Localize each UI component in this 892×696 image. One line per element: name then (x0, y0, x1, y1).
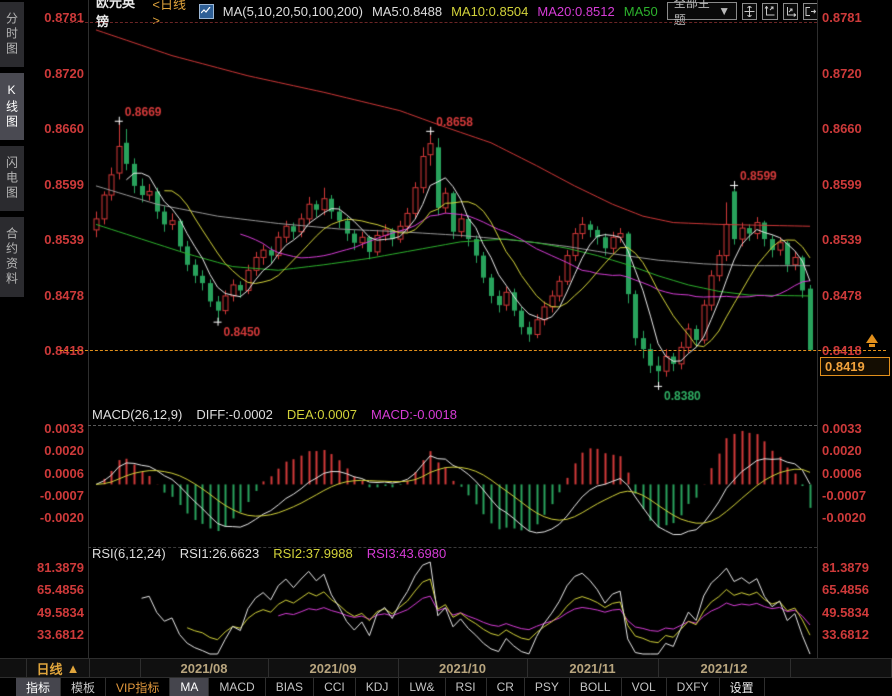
y-axis-label: 65.4856 (28, 584, 84, 596)
sidebar-item-kline-chart[interactable]: K线图 (0, 73, 24, 140)
y-axis-label: 0.8418 (822, 345, 862, 357)
y-axis-label: 0.8418 (28, 345, 84, 357)
y-axis-label: 0.8781 (822, 12, 862, 24)
period-up-arrow-icon: ▲ (67, 661, 80, 676)
sidebar-item-contract-info[interactable]: 合约资料 (0, 217, 24, 297)
toolbar-item-VIP指标[interactable]: VIP指标 (106, 678, 170, 696)
macd-header-row: MACD(26,12,9) DIFF:-0.0002 DEA:0.0007 MA… (92, 407, 457, 422)
y-axis-label: 0.8599 (28, 179, 84, 191)
y-axis-label: 49.5834 (822, 607, 869, 619)
toolbar-item-设置[interactable]: 设置 (720, 678, 765, 696)
y-axis-label: -0.0020 (822, 512, 866, 524)
rsi3-value: RSI3:43.6980 (367, 546, 447, 561)
y-axis-label: 49.5834 (28, 607, 84, 619)
y-axis-label: 0.0006 (822, 468, 862, 480)
price-up-arrow-icon[interactable] (866, 334, 878, 343)
y-axis-label: 0.0033 (28, 423, 84, 435)
y-axis-label: 0.0020 (822, 445, 862, 457)
macd-dea-value: DEA:0.0007 (287, 407, 357, 422)
date-cell: 2021/08 (140, 659, 269, 677)
toolbar-item-CCI[interactable]: CCI (314, 678, 356, 696)
toolbar-item-KDJ[interactable]: KDJ (356, 678, 400, 696)
macd-separator (88, 425, 817, 426)
y-axis-label: 0.8599 (822, 179, 862, 191)
y-axis-label: -0.0020 (28, 512, 84, 524)
macd-panel-canvas[interactable] (88, 426, 817, 545)
date-cell: 2021/12 (658, 659, 791, 677)
price-up-arrow-stem (869, 344, 875, 347)
main-chart-canvas[interactable] (88, 8, 817, 412)
y-axis-label: 33.6812 (28, 629, 84, 641)
toolbar-item-PSY[interactable]: PSY (525, 678, 570, 696)
y-axis-label: 0.0020 (28, 445, 84, 457)
y-axis-label: 0.0033 (822, 423, 862, 435)
toolbar-item-模板[interactable]: 模板 (61, 678, 106, 696)
indicator-toolbar: 指标模板VIP指标MAMACDBIASCCIKDJLW&RSICRPSYBOLL… (0, 678, 892, 696)
y-axis-label: 65.4856 (822, 584, 869, 596)
macd-title: MACD(26,12,9) (92, 407, 182, 422)
macd-diff-value: DIFF:-0.0002 (196, 407, 273, 422)
date-cell: 2021/10 (398, 659, 528, 677)
toolbar-item-CR[interactable]: CR (487, 678, 525, 696)
y-axis-label: 0.8539 (28, 234, 84, 246)
chart-mode-sidebar: 分时图 K线图 闪电图 合约资料 (0, 2, 26, 297)
y-axis-label: 0.8478 (822, 290, 862, 302)
toolbar-item-BIAS[interactable]: BIAS (266, 678, 314, 696)
toolbar-item-VOL[interactable]: VOL (622, 678, 667, 696)
macd-macd-value: MACD:-0.0018 (371, 407, 457, 422)
date-cell: 2021/09 (268, 659, 399, 677)
toolbar-item-DXFY[interactable]: DXFY (667, 678, 720, 696)
sidebar-item-time-chart[interactable]: 分时图 (0, 2, 24, 67)
rsi-panel-canvas[interactable] (88, 548, 817, 656)
current-price-badge: 0.8419 (820, 357, 890, 376)
top-gridline (60, 22, 817, 23)
rsi-header-row: RSI(6,12,24) RSI1:26.6623 RSI2:37.9988 R… (92, 546, 446, 561)
rsi1-value: RSI1:26.6623 (180, 546, 260, 561)
y-axis-label: 81.3879 (822, 562, 869, 574)
rsi2-value: RSI2:37.9988 (273, 546, 353, 561)
y-axis-label: 0.8720 (28, 68, 84, 80)
y-axis-label: 0.0006 (28, 468, 84, 480)
y-axis-label: 0.8660 (28, 123, 84, 135)
toolbar-item-LW&[interactable]: LW& (399, 678, 445, 696)
y-axis-label: 0.8720 (822, 68, 862, 80)
date-cell-stub (88, 659, 141, 677)
toolbar-item-MA[interactable]: MA (170, 678, 209, 696)
y-axis-label: 0.8478 (28, 290, 84, 302)
date-cell: 2021/11 (527, 659, 659, 677)
y-axis-label: 0.8539 (822, 234, 862, 246)
y-axis-label: 0.8660 (822, 123, 862, 135)
sidebar-item-flash-chart[interactable]: 闪电图 (0, 146, 24, 211)
y-axis-label: -0.0007 (28, 490, 84, 502)
y-axis-label: 33.6812 (822, 629, 869, 641)
toolbar-item-RSI[interactable]: RSI (446, 678, 487, 696)
toolbar-item-MACD[interactable]: MACD (209, 678, 265, 696)
toolbar-item-BOLL[interactable]: BOLL (570, 678, 622, 696)
rsi-title: RSI(6,12,24) (92, 546, 166, 561)
date-cell-stub (790, 659, 892, 677)
toolbar-item-指标[interactable]: 指标 (16, 678, 61, 696)
current-price-line (60, 350, 886, 351)
period-selector[interactable]: 日线 ▲ (26, 659, 90, 677)
y-axis-label: 0.8781 (28, 12, 84, 24)
plot-left-border (88, 0, 89, 658)
y-axis-label: -0.0007 (822, 490, 866, 502)
y-axis-label: 81.3879 (28, 562, 84, 574)
plot-right-border (817, 0, 818, 658)
x-axis-row: 日线 ▲ 2021/082021/092021/102021/112021/12 (0, 658, 892, 678)
trading-terminal: 欧元英镑 <日线> MA(5,10,20,50,100,200) MA5:0.8… (0, 0, 892, 696)
